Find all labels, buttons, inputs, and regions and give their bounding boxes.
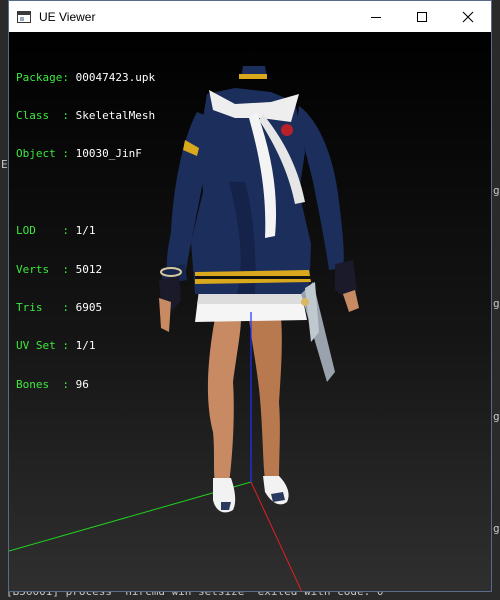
info-label: Class [16,108,63,122]
maximize-icon [417,11,427,22]
window-title: UE Viewer [39,9,96,24]
console-edge-char: g [493,184,500,197]
info-row-lod: LOD : 1/1 [16,224,96,238]
info-value: SkeletalMesh [75,108,156,122]
info-value: 6905 [75,300,103,314]
close-icon [462,11,474,22]
app-icon [17,10,31,23]
info-label: Verts [16,262,63,276]
info-value: 1/1 [75,339,96,353]
minimize-button[interactable] [353,1,399,32]
info-row-class: Class : SkeletalMesh [16,108,156,122]
console-edge-char: g [493,297,500,310]
window-controls [353,1,491,32]
close-button[interactable] [445,1,491,32]
info-value: 10030_JinF [75,147,142,161]
title-bar[interactable]: UE Viewer [9,1,491,32]
info-label: Tris [16,300,63,314]
info-value: 5012 [75,262,103,276]
info-label: Package [16,70,63,84]
info-label: Object [16,147,63,161]
mesh-info-panel: Package: 00047423.upk Class : SkeletalMe… [16,46,155,417]
info-label: LOD [16,224,63,238]
3d-viewport[interactable]: Package: 00047423.upk Class : SkeletalMe… [9,32,491,591]
info-row-tris: Tris : 6905 [16,300,103,314]
info-label: UV Set [16,339,63,353]
info-label: Bones [16,377,63,391]
info-value: 00047423.upk [75,70,156,84]
info-row-object: Object : 10030_JinF [16,147,142,161]
info-row-verts: Verts : 5012 [16,262,103,276]
info-value: 96 [75,377,89,391]
console-edge-char: g [493,410,500,423]
info-row-package: Package: 00047423.upk [16,70,156,84]
maximize-button[interactable] [399,1,445,32]
character-model [159,66,359,513]
ue-viewer-window: UE Viewer Package: 00047423.upk Class: … [8,0,492,592]
console-edge-char: E [1,158,8,171]
console-edge-char: g [493,522,500,535]
info-spacer [16,187,155,200]
info-row-bones: Bones : 96 [16,377,89,391]
info-row-uvset: UV Set : 1/1 [16,339,96,353]
info-value: 1/1 [75,224,96,238]
minimize-icon [371,16,381,18]
